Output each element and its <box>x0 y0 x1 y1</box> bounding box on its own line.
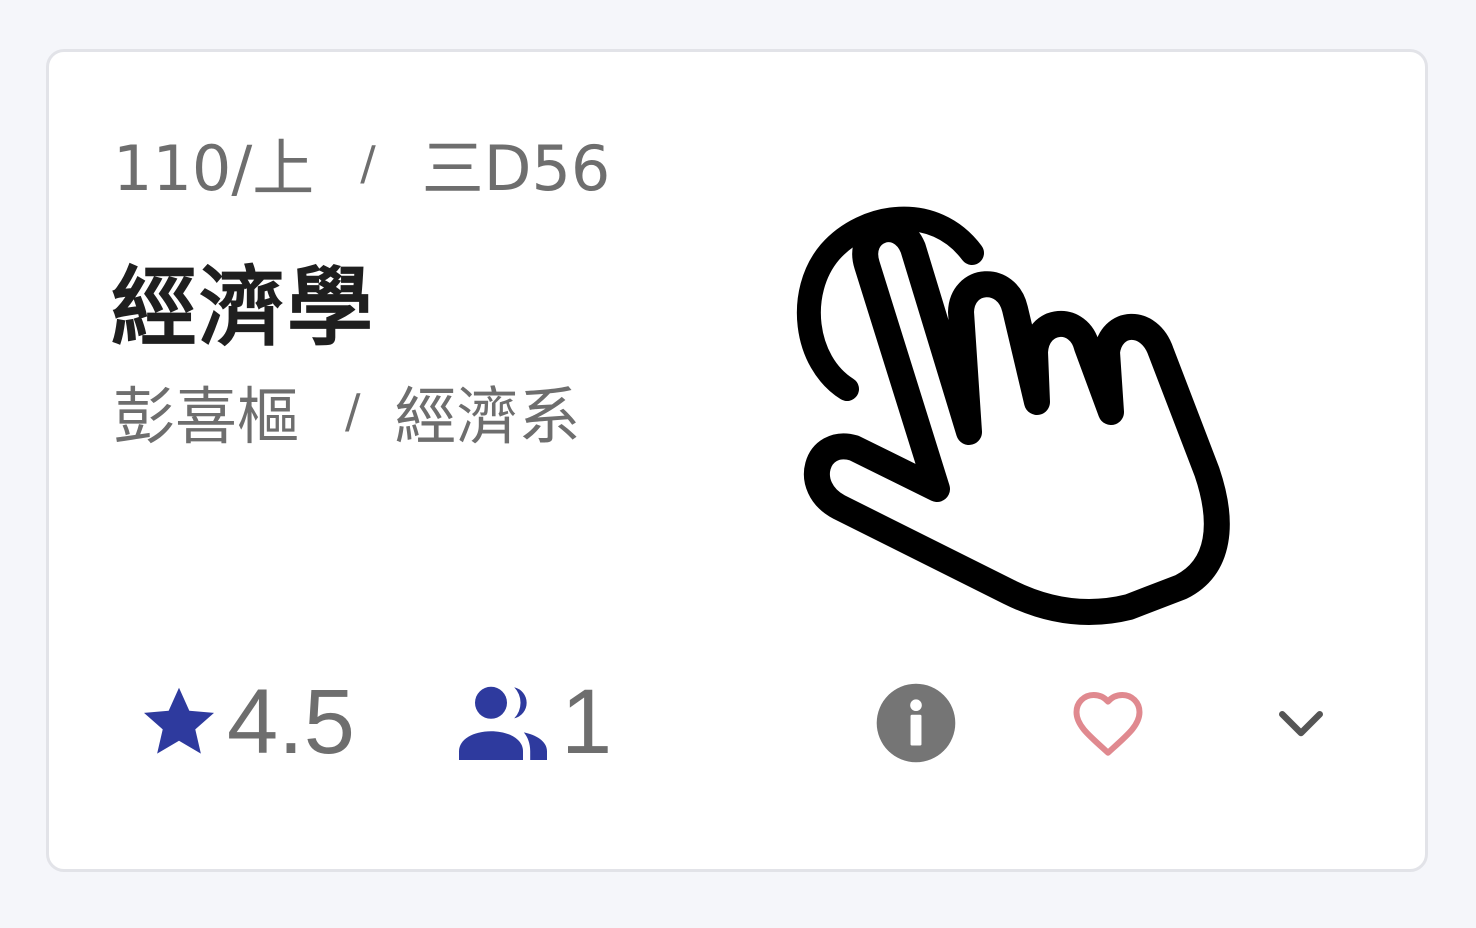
info-button[interactable] <box>871 678 961 768</box>
rating-value: 4.5 <box>227 671 355 773</box>
course-card[interactable]: 110/上 / 三D56 經濟學 彭喜樞 / 經濟系 4.5 1 <box>46 49 1428 872</box>
rating-stat: 4.5 <box>137 672 355 772</box>
semester: 110/上 <box>113 132 315 205</box>
course-title: 經濟學 <box>111 258 375 358</box>
teacher-separator: / <box>345 384 361 438</box>
favorite-button[interactable] <box>1063 678 1153 768</box>
chevron-down-icon <box>1279 711 1323 737</box>
department-name: 經濟系 <box>394 380 581 453</box>
schedule: 三D56 <box>421 132 611 205</box>
heart-outline-icon <box>1073 692 1143 756</box>
course-teacher-line: 彭喜樞 / 經濟系 <box>113 376 581 453</box>
course-meta: 110/上 / 三D56 <box>113 128 610 205</box>
expand-button[interactable] <box>1256 678 1346 768</box>
pointing-hand-cursor-icon <box>796 206 1230 625</box>
people-icon <box>459 686 547 760</box>
students-stat: 1 <box>455 672 612 772</box>
teacher-name: 彭喜樞 <box>113 380 300 453</box>
star-icon <box>144 687 214 754</box>
students-value: 1 <box>561 671 613 773</box>
info-icon <box>876 683 956 763</box>
meta-separator: / <box>360 136 376 190</box>
